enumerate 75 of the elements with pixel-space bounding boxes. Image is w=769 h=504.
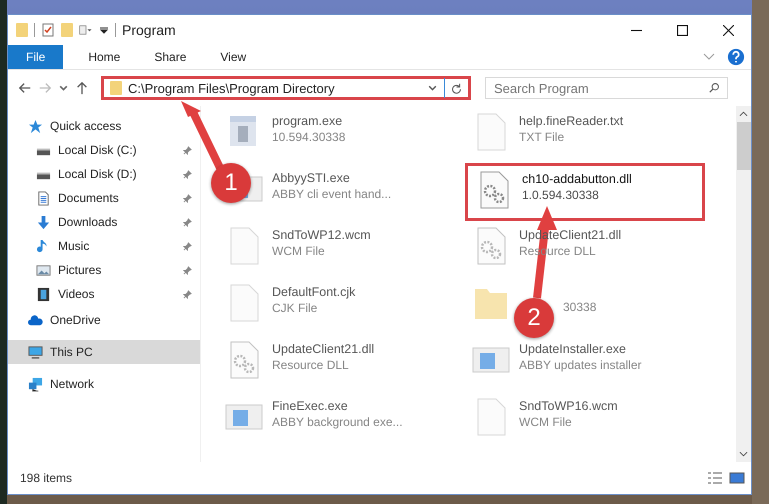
file-name: program.exe (272, 114, 344, 128)
scroll-down-icon[interactable] (739, 451, 748, 457)
scroll-thumb[interactable] (736, 122, 750, 170)
refresh-icon[interactable] (451, 82, 462, 94)
dropdown-icon[interactable] (99, 25, 109, 35)
nav-item[interactable]: Videos (8, 282, 200, 306)
ribbon-tab[interactable]: View (203, 45, 264, 69)
file-detail: WCM File (272, 244, 326, 258)
network-icon (28, 376, 43, 392)
file-detail: TXT File (519, 130, 566, 144)
nav-item[interactable]: Local Disk (C:) (8, 138, 200, 162)
file-name: UpdateInstaller.exe (519, 342, 628, 356)
file-name: SndToWP12.wcm (272, 228, 371, 242)
window-title: Program (122, 22, 176, 38)
file-detail: 10.594.30338 (272, 130, 346, 144)
file-detail: ABBY background exe... (272, 415, 403, 429)
scrollbar[interactable] (736, 106, 751, 462)
close-icon (722, 24, 734, 36)
file-detail: 1.0.594.30338 (522, 188, 600, 202)
nav-item[interactable]: Music (8, 234, 200, 258)
document-icon (36, 190, 51, 206)
up-arrow-icon[interactable] (75, 81, 89, 95)
ribbon-tab[interactable]: Share (137, 45, 204, 69)
file-detail: ABBY cli event hand... (272, 187, 392, 201)
selected-file-frame[interactable]: ch10-addabutton.dll 1.0.594.30338 (465, 163, 705, 221)
nav-item[interactable]: Quick access (8, 114, 132, 138)
ribbon-tab[interactable]: Home (71, 45, 138, 69)
ribbon-tab[interactable]: File (8, 45, 64, 69)
download-arrow-icon (36, 214, 51, 230)
address-bar[interactable]: C:\Program Files\Program Directory (101, 76, 471, 100)
pin-icon[interactable] (183, 218, 192, 226)
file-name: ch10-addabutton.dll (522, 172, 632, 186)
file-detail: Resource DLL (272, 358, 350, 372)
picture-icon (36, 262, 51, 278)
search-icon[interactable] (709, 82, 720, 93)
file-name: SndToWP16.wcm (519, 399, 618, 413)
scroll-up-icon[interactable] (739, 111, 748, 117)
item-count: 198 items (20, 471, 72, 485)
file-name: AbbyySTI.exe (272, 171, 351, 185)
pin-icon[interactable] (183, 290, 192, 298)
pin-icon[interactable] (183, 146, 192, 154)
pin-icon[interactable] (183, 266, 192, 274)
monitor-icon (28, 344, 43, 360)
back-arrow-icon[interactable] (18, 81, 32, 95)
nav-item[interactable]: Downloads (8, 210, 200, 234)
help-icon[interactable] (727, 48, 745, 66)
nav-item[interactable]: Pictures (8, 258, 200, 282)
file-detail: ABBY updates installer (519, 358, 642, 372)
large-icons-view-icon[interactable] (729, 471, 745, 485)
maximize-icon (676, 24, 688, 36)
file-detail: WCM File (519, 415, 573, 429)
pin-icon[interactable] (183, 194, 192, 202)
nav-item[interactable]: Documents (8, 186, 200, 210)
star-icon (28, 118, 43, 134)
pin-icon[interactable] (183, 242, 192, 250)
properties-icon[interactable] (41, 23, 55, 37)
search-field[interactable]: Search Program (485, 77, 728, 99)
file-detail: CJK File (272, 301, 318, 315)
details-view-icon[interactable] (707, 471, 723, 485)
nav-item[interactable]: OneDrive (8, 308, 111, 332)
nav-item[interactable]: Local Disk (D:) (8, 162, 200, 186)
file-detail: 30338 (563, 300, 596, 314)
file-name: DefaultFont.cjk (272, 285, 356, 299)
cloud-icon (28, 312, 43, 328)
file-name: UpdateClient21.dll (272, 342, 374, 356)
nav-item[interactable]: Network (8, 372, 104, 396)
address-path: C:\Program Files\Program Directory (128, 80, 336, 96)
nav-item[interactable]: This PC (8, 340, 200, 364)
file-name: help.fineReader.txt (519, 114, 624, 128)
file-name: FineExec.exe (272, 399, 349, 413)
chevron-icon[interactable] (703, 53, 715, 61)
film-icon (36, 286, 51, 302)
folder-icon (110, 81, 122, 95)
customize-toolbar-icon[interactable] (79, 23, 93, 37)
pin-icon[interactable] (183, 170, 192, 178)
